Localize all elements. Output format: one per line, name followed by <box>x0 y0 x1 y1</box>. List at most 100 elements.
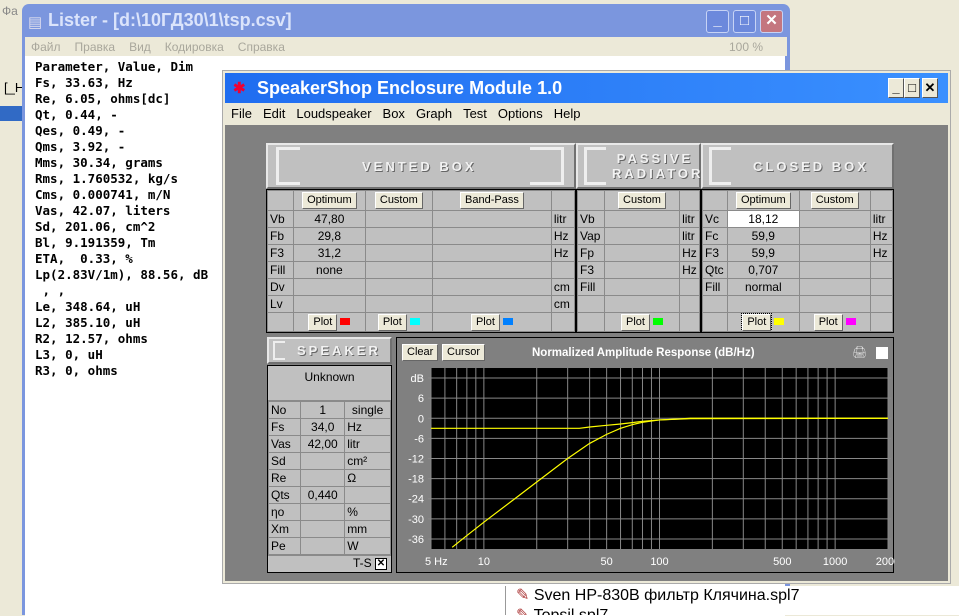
param-value[interactable]: none <box>293 261 366 279</box>
speakershop-titlebar: ✱ SpeakerShop Enclosure Module 1.0 _ □ ✕ <box>225 73 948 103</box>
param-value[interactable] <box>603 210 681 228</box>
param-value[interactable] <box>603 227 681 245</box>
param-value[interactable] <box>300 537 346 555</box>
menu-graph[interactable]: Graph <box>416 106 452 121</box>
param-value[interactable] <box>364 295 434 313</box>
param-value[interactable] <box>798 278 871 296</box>
param-label: ηo <box>267 503 302 521</box>
menu-edit[interactable]: Edit <box>263 106 285 121</box>
menu-options[interactable]: Options <box>498 106 543 121</box>
param-unit: cm <box>550 295 576 313</box>
blank-cell <box>266 312 295 332</box>
close-button[interactable]: ✕ <box>760 10 783 33</box>
param-value[interactable]: 42,00 <box>300 435 346 453</box>
file-item[interactable]: ✎ Topsil.spl7 <box>516 606 959 615</box>
param-value[interactable]: 59,9 <box>727 227 800 245</box>
plot-button[interactable]: Plot <box>620 313 650 331</box>
param-value[interactable] <box>432 210 552 228</box>
param-value[interactable]: 0,440 <box>300 486 346 504</box>
param-value[interactable] <box>603 295 681 313</box>
param-value[interactable] <box>300 520 346 538</box>
speaker-header[interactable]: SPEAKER <box>267 337 392 364</box>
param-value[interactable] <box>432 278 552 296</box>
param-value[interactable]: 0,707 <box>727 261 800 279</box>
background-drive-selector[interactable] <box>0 106 22 121</box>
response-plot[interactable]: dB 6 0 -6 -12 -18 -24 -30 -365 Hz 10 50 100 500 1000 2… <box>397 338 895 574</box>
param-value[interactable] <box>603 261 681 279</box>
param-value[interactable] <box>727 295 800 313</box>
menu-file[interactable]: File <box>231 106 252 121</box>
speaker-name[interactable]: Unknown <box>268 366 391 401</box>
custom-button[interactable]: Custom <box>810 192 859 209</box>
param-value[interactable] <box>798 295 871 313</box>
box-icon <box>709 147 731 185</box>
param-value[interactable]: 47,80 <box>293 210 366 228</box>
param-value[interactable] <box>603 278 681 296</box>
param-row <box>701 295 894 313</box>
optimum-button[interactable]: Optimum <box>736 192 791 209</box>
menu-help[interactable]: Help <box>554 106 581 121</box>
custom-button[interactable]: Custom <box>618 192 666 209</box>
param-value[interactable] <box>603 244 681 262</box>
menu-edit[interactable]: Правка <box>75 40 116 54</box>
param-value[interactable] <box>293 295 366 313</box>
closed-box-header[interactable]: CLOSED BOX <box>701 143 894 189</box>
menu-file[interactable]: Файл <box>31 40 61 54</box>
param-value[interactable]: 34,0 <box>300 418 346 436</box>
plot-cell: Plot <box>603 312 681 332</box>
vented-box-header[interactable]: VENTED BOX <box>266 143 576 189</box>
param-value[interactable]: 18,12 <box>727 210 800 228</box>
ts-checkbox[interactable]: ✕ <box>375 557 387 570</box>
speaker-count[interactable]: 1 <box>300 401 346 419</box>
file-item[interactable]: ✎ Sven HP-830B фильтр Клячина.spl7 <box>516 586 959 606</box>
param-value[interactable] <box>432 261 552 279</box>
plot-button[interactable]: Plot <box>470 313 500 331</box>
param-value[interactable] <box>798 244 871 262</box>
close-button[interactable]: ✕ <box>922 78 938 98</box>
param-value[interactable]: normal <box>727 278 800 296</box>
param-value[interactable] <box>364 261 434 279</box>
param-value[interactable] <box>364 244 434 262</box>
optimum-button[interactable]: Optimum <box>302 192 357 209</box>
param-value[interactable] <box>798 261 871 279</box>
minimize-button[interactable]: _ <box>888 78 904 98</box>
param-value[interactable] <box>300 469 346 487</box>
param-value[interactable] <box>300 452 346 470</box>
param-value[interactable] <box>300 503 346 521</box>
speaker-mode[interactable]: single <box>344 401 391 419</box>
band-pass-button[interactable]: Band-Pass <box>460 192 524 209</box>
plot-button[interactable]: Plot <box>813 313 843 331</box>
param-value[interactable]: 59,9 <box>727 244 800 262</box>
menu-box[interactable]: Box <box>383 106 405 121</box>
param-value[interactable] <box>798 227 871 245</box>
blank-cell <box>701 312 729 332</box>
minimize-button[interactable]: _ <box>706 10 729 33</box>
menu-test[interactable]: Test <box>463 106 487 121</box>
param-label: F3 <box>577 261 605 279</box>
box-icon <box>584 147 606 185</box>
param-value[interactable]: 31,2 <box>293 244 366 262</box>
param-value[interactable] <box>432 227 552 245</box>
custom-button[interactable]: Custom <box>374 192 423 209</box>
plot-button[interactable]: Plot <box>377 313 407 331</box>
menu-help[interactable]: Справка <box>238 40 285 54</box>
plot-button[interactable]: Plot <box>308 313 338 331</box>
param-label: Fill <box>266 261 295 279</box>
menu-encoding[interactable]: Кодировка <box>165 40 224 54</box>
param-value[interactable] <box>432 295 552 313</box>
param-value[interactable] <box>364 227 434 245</box>
passive-radiator-header[interactable]: PASSIVE RADIATOR <box>576 143 701 189</box>
menu-loudspeaker[interactable]: Loudspeaker <box>296 106 371 121</box>
plot-button[interactable]: Plot <box>741 313 773 331</box>
param-label: Fs <box>267 418 302 436</box>
param-value[interactable] <box>293 278 366 296</box>
param-value[interactable] <box>432 244 552 262</box>
param-value[interactable] <box>798 210 871 228</box>
menu-view[interactable]: Вид <box>129 40 151 54</box>
maximize-button[interactable]: □ <box>733 10 756 33</box>
param-unit: cm² <box>344 452 391 470</box>
maximize-button[interactable]: □ <box>904 78 920 98</box>
param-value[interactable] <box>364 210 434 228</box>
param-value[interactable]: 29,8 <box>293 227 366 245</box>
param-value[interactable] <box>364 278 434 296</box>
